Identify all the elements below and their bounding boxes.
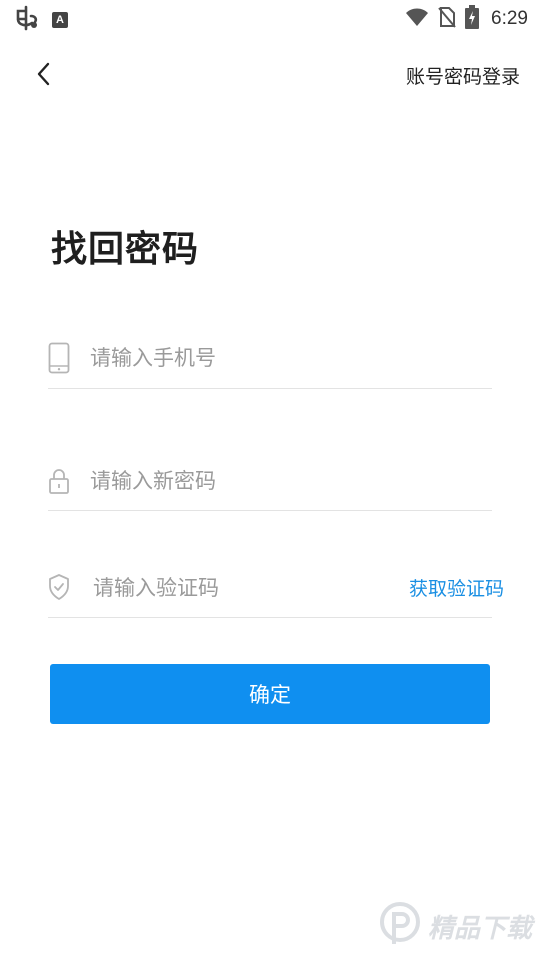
new-password-input[interactable]: [90, 465, 470, 497]
p-logo-icon: [378, 900, 422, 952]
status-bar: A 6:29: [0, 0, 540, 36]
confirm-button[interactable]: 确定: [50, 664, 490, 724]
status-time: 6:29: [491, 8, 528, 29]
watermark: 精品下载: [378, 900, 532, 952]
status-bar-right: 6:29: [405, 5, 528, 33]
get-verification-code-button[interactable]: 获取验证码: [409, 574, 504, 601]
lock-icon: [48, 467, 70, 495]
new-password-field: [48, 455, 492, 511]
battery-charging-icon: [465, 5, 480, 33]
phone-input[interactable]: [90, 342, 470, 374]
wifi-icon: [405, 7, 429, 31]
a-box-icon: A: [52, 12, 68, 28]
bug-icon: [14, 5, 40, 35]
back-button[interactable]: [26, 58, 62, 94]
chevron-left-icon: [35, 62, 53, 90]
status-bar-left: A: [14, 5, 68, 35]
shield-check-icon: [48, 573, 70, 601]
phone-icon: [48, 342, 70, 374]
page-title: 找回密码: [51, 229, 200, 270]
verification-code-input[interactable]: [93, 572, 383, 604]
no-sim-icon: [437, 6, 457, 32]
watermark-text: 精品下载: [427, 913, 532, 944]
account-password-login-link[interactable]: 账号密码登录: [406, 62, 520, 89]
verification-code-field: 获取验证码: [48, 560, 504, 618]
phone-field: [48, 330, 492, 389]
